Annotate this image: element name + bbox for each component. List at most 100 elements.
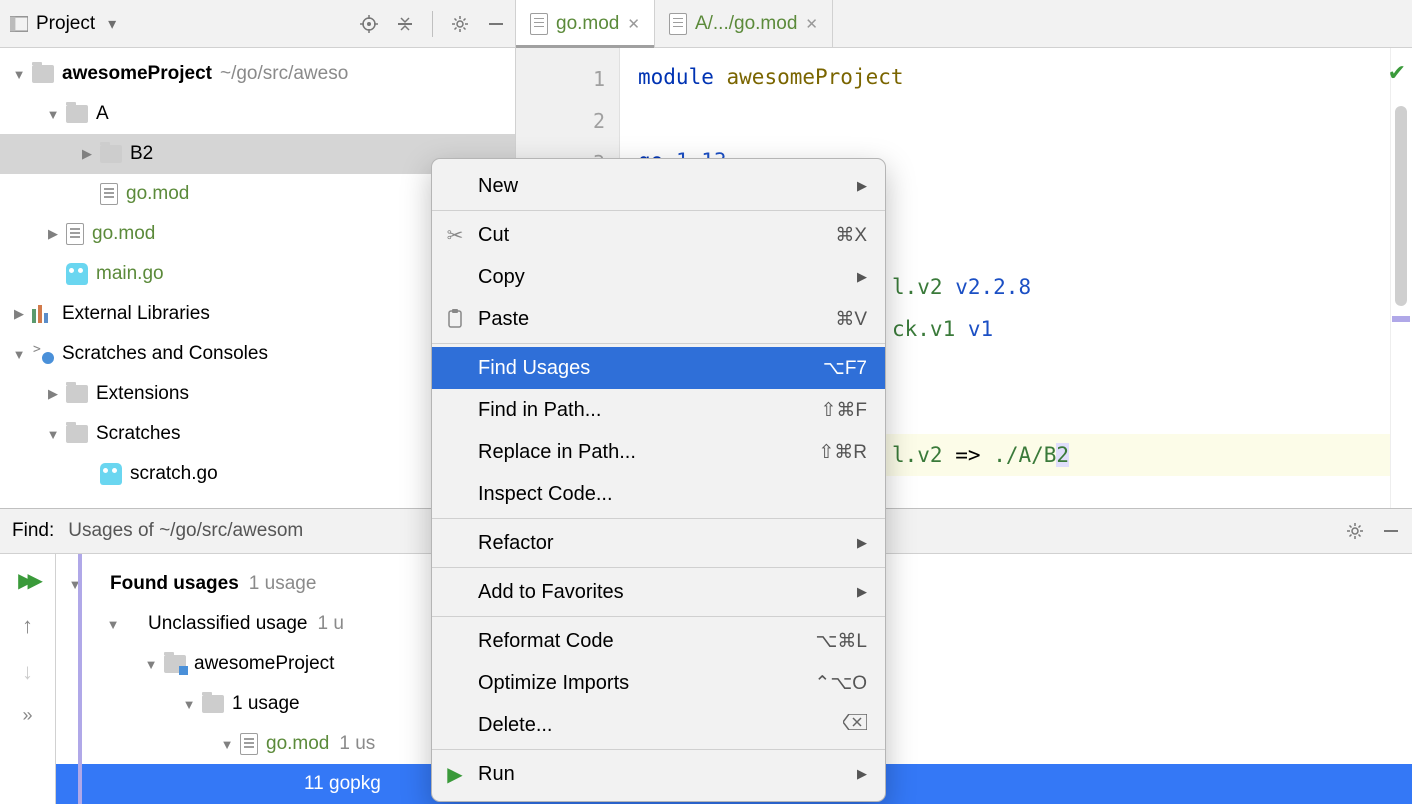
toolbar-divider bbox=[432, 11, 433, 37]
expand-arrow-icon[interactable]: ▼ bbox=[180, 697, 198, 712]
menu-refactor[interactable]: Refactor ▶ bbox=[432, 522, 885, 564]
tab-label: go.mod bbox=[556, 13, 619, 35]
menu-new[interactable]: New ▶ bbox=[432, 165, 885, 207]
gopher-icon bbox=[100, 463, 122, 485]
expand-arrow-icon[interactable]: ▼ bbox=[104, 617, 122, 632]
close-icon[interactable]: ✕ bbox=[627, 15, 640, 33]
find-toolbar: ▶▶ ↑ ↓ » bbox=[0, 554, 56, 804]
find-row-label: 11 gopkg bbox=[304, 773, 381, 795]
tree-item-folder-a[interactable]: ▼ A bbox=[0, 94, 515, 134]
menu-label: Find Usages bbox=[478, 357, 590, 380]
expand-arrow-icon[interactable]: ▼ bbox=[218, 737, 236, 752]
menu-label: Optimize Imports bbox=[478, 672, 629, 695]
menu-label: Refactor bbox=[478, 532, 554, 555]
line-number: 1 bbox=[516, 58, 605, 100]
expand-arrow-icon[interactable]: ▶ bbox=[78, 146, 96, 162]
collapse-icon[interactable] bbox=[396, 15, 414, 33]
project-root-path: ~/go/src/aweso bbox=[220, 63, 348, 85]
file-icon bbox=[240, 733, 258, 755]
scrollbar-mark[interactable] bbox=[1392, 316, 1410, 322]
project-view-icon[interactable] bbox=[10, 15, 28, 33]
menu-label: Paste bbox=[478, 308, 529, 331]
check-icon[interactable]: ✔ bbox=[1388, 60, 1406, 86]
menu-reformat-code[interactable]: Reformat Code ⌥⌘L bbox=[432, 620, 885, 662]
tab-label: A/.../go.mod bbox=[695, 13, 797, 35]
expand-arrow-icon[interactable]: ▼ bbox=[10, 67, 28, 82]
shortcut-label: ⌥F7 bbox=[823, 357, 867, 380]
find-row-label: 1 usage bbox=[232, 693, 300, 715]
find-row-label: awesomeProject bbox=[194, 653, 334, 675]
usage-count: 1 u bbox=[317, 613, 343, 635]
next-occurrence-icon[interactable]: ↓ bbox=[22, 659, 33, 685]
tree-item-label: B2 bbox=[130, 143, 153, 165]
menu-label: Add to Favorites bbox=[478, 581, 624, 604]
expand-arrow-icon[interactable]: ▼ bbox=[10, 347, 28, 362]
shortcut-label: ⇧⌘F bbox=[820, 399, 867, 422]
find-description: Usages of ~/go/src/awesom bbox=[68, 520, 303, 542]
menu-separator bbox=[432, 567, 885, 568]
project-root-row[interactable]: ▼ awesomeProject ~/go/src/aweso bbox=[0, 54, 515, 94]
editor-tab-gomod-a[interactable]: A/.../go.mod ✕ bbox=[655, 0, 833, 47]
find-row-label: Found usages bbox=[110, 573, 239, 595]
menu-find-usages[interactable]: Find Usages ⌥F7 bbox=[432, 347, 885, 389]
rerun-icon[interactable]: ▶▶ bbox=[18, 568, 37, 593]
menu-find-in-path[interactable]: Find in Path... ⇧⌘F bbox=[432, 389, 885, 431]
menu-label: Cut bbox=[478, 224, 509, 247]
tree-item-label: main.go bbox=[96, 263, 164, 285]
expand-arrow-icon[interactable]: ▶ bbox=[10, 306, 28, 322]
submenu-arrow-icon: ▶ bbox=[857, 584, 867, 600]
chevron-down-icon[interactable]: ▾ bbox=[103, 15, 121, 33]
menu-add-favorites[interactable]: Add to Favorites ▶ bbox=[432, 571, 885, 613]
folder-icon bbox=[66, 425, 88, 443]
tree-item-label: A bbox=[96, 103, 109, 125]
menu-label: Reformat Code bbox=[478, 630, 614, 653]
locate-icon[interactable] bbox=[360, 15, 378, 33]
menu-paste[interactable]: Paste ⌘V bbox=[432, 298, 885, 340]
menu-inspect-code[interactable]: Inspect Code... bbox=[432, 473, 885, 515]
menu-run[interactable]: ▶ Run ▶ bbox=[432, 753, 885, 795]
editor-tab-gomod[interactable]: go.mod ✕ bbox=[516, 0, 655, 47]
menu-cut[interactable]: ✂ Cut ⌘X bbox=[432, 214, 885, 256]
menu-label: Find in Path... bbox=[478, 399, 601, 422]
context-menu: New ▶ ✂ Cut ⌘X Copy ▶ Paste ⌘V Find Usag… bbox=[431, 158, 886, 802]
delete-key-icon bbox=[843, 714, 867, 736]
expand-arrow-icon[interactable]: ▶ bbox=[44, 226, 62, 242]
menu-label: Delete... bbox=[478, 714, 552, 737]
tree-marker bbox=[78, 554, 82, 804]
project-label[interactable]: Project bbox=[36, 13, 95, 35]
expand-arrow-icon[interactable]: ▶ bbox=[44, 386, 62, 402]
editor-tabs: go.mod ✕ A/.../go.mod ✕ bbox=[516, 0, 1412, 48]
close-icon[interactable]: ✕ bbox=[805, 15, 818, 33]
shortcut-label: ⌘X bbox=[835, 224, 867, 247]
run-icon: ▶ bbox=[444, 763, 466, 785]
folder-icon bbox=[32, 65, 54, 83]
menu-delete[interactable]: Delete... bbox=[432, 704, 885, 746]
menu-label: Inspect Code... bbox=[478, 483, 613, 506]
usage-count: 1 usage bbox=[249, 573, 317, 595]
file-icon bbox=[66, 223, 84, 245]
menu-label: Replace in Path... bbox=[478, 441, 636, 464]
usage-count: 1 us bbox=[339, 733, 375, 755]
tree-item-label: scratch.go bbox=[130, 463, 218, 485]
tree-item-label: go.mod bbox=[92, 223, 155, 245]
gear-icon[interactable] bbox=[1346, 522, 1364, 540]
expand-arrow-icon[interactable]: ▼ bbox=[44, 427, 62, 442]
folder-icon bbox=[100, 145, 122, 163]
minimize-icon[interactable] bbox=[487, 15, 505, 33]
menu-replace-in-path[interactable]: Replace in Path... ⇧⌘R bbox=[432, 431, 885, 473]
expand-arrow-icon[interactable]: ▼ bbox=[44, 107, 62, 122]
scrollbar-thumb[interactable] bbox=[1395, 106, 1407, 306]
gear-icon[interactable] bbox=[451, 15, 469, 33]
tree-item-label: Scratches bbox=[96, 423, 180, 445]
more-icon[interactable]: » bbox=[22, 705, 32, 726]
prev-occurrence-icon[interactable]: ↑ bbox=[22, 613, 33, 639]
gopher-icon bbox=[66, 263, 88, 285]
tree-item-label: Scratches and Consoles bbox=[62, 343, 268, 365]
menu-label: Run bbox=[478, 763, 515, 786]
scratches-icon bbox=[32, 344, 54, 364]
expand-arrow-icon[interactable]: ▼ bbox=[142, 657, 160, 672]
find-row-label: Unclassified usage bbox=[148, 613, 307, 635]
menu-copy[interactable]: Copy ▶ bbox=[432, 256, 885, 298]
menu-optimize-imports[interactable]: Optimize Imports ⌃⌥O bbox=[432, 662, 885, 704]
minimize-icon[interactable] bbox=[1382, 522, 1400, 540]
